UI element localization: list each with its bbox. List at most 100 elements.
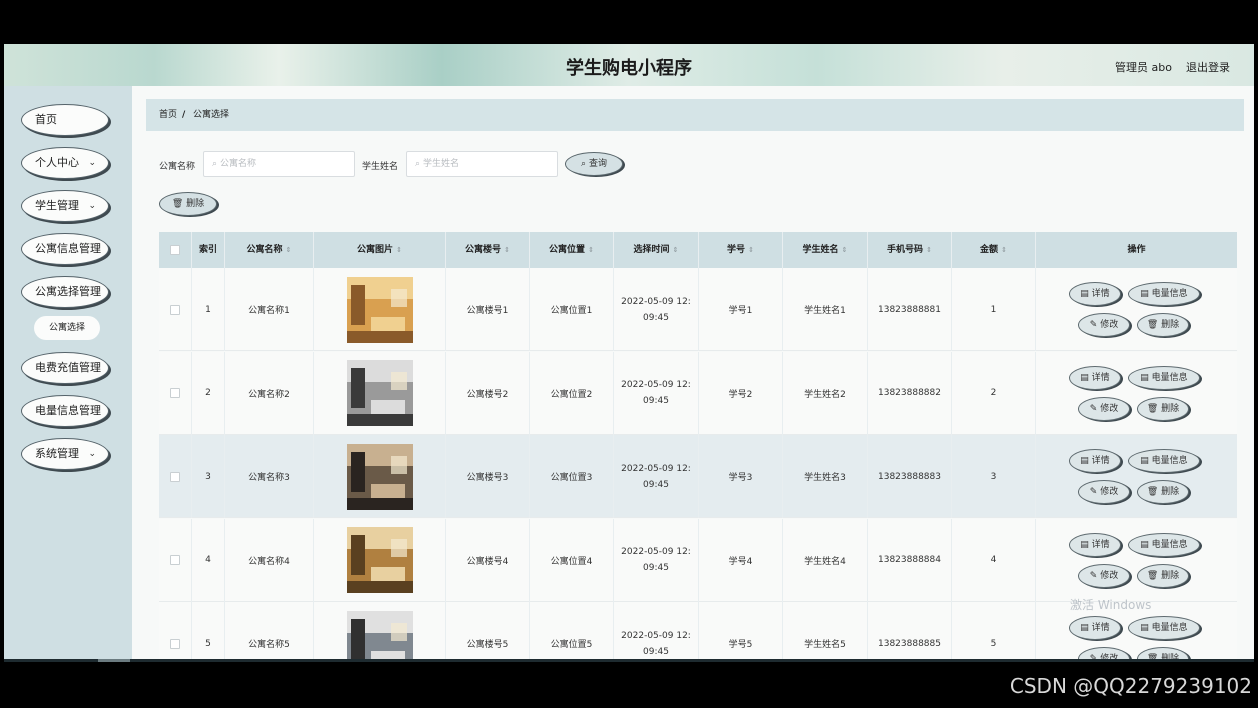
row-student-name: 学生姓名1: [783, 268, 868, 351]
row-actions: ▤ 详情 ▤ 电量信息 ✎ 修改 🗑 删除: [1036, 352, 1237, 435]
search-icon: ⌕: [415, 159, 421, 169]
column-header-student-name[interactable]: 学生姓名 ⇕: [783, 232, 868, 268]
sidebar-item-system[interactable]: 系统管理 ⌄: [21, 438, 109, 470]
logout-link[interactable]: 退出登录: [1186, 59, 1230, 75]
table-header: 索引 公寓名称 ⇕ 公寓图片 ⇕ 公寓楼号 ⇕ 公寓位置 ⇕ 选择时间 ⇕ 学号 ⇕ 学生姓…: [159, 232, 1237, 268]
row-phone: 13823888882: [868, 351, 952, 435]
screen-frame: 学生购电小程序 管理员 abo 退出登录 首页 个人中心 ⌄ 学生管理 ⌄ 公寓信息…: [0, 0, 1258, 708]
sidebar-item-power-info[interactable]: 电量信息管理: [21, 395, 109, 427]
row-student-id: 学号1: [699, 268, 783, 351]
apartment-photo[interactable]: [346, 443, 413, 510]
delete-button[interactable]: 🗑 删除: [1137, 480, 1189, 504]
sidebar-item-home[interactable]: 首页: [21, 104, 109, 136]
table-row[interactable]: 3 公寓名称3 公寓楼号3 公寓位置3 2022-05-09 12: 09:45 学号3 学生…: [159, 435, 1237, 518]
breadcrumb-home[interactable]: 首页: [159, 99, 177, 131]
edit-button[interactable]: ✎ 修改: [1078, 313, 1130, 337]
row-building: 公寓楼号2: [446, 351, 530, 435]
trash-icon: 🗑: [1146, 570, 1162, 581]
column-header-time[interactable]: 选择时间 ⇕: [614, 232, 699, 268]
column-header-index: 索引: [192, 232, 225, 268]
power-info-button[interactable]: ▤ 电量信息: [1128, 616, 1200, 640]
student-name-input[interactable]: ⌕ 学生姓名: [406, 151, 558, 177]
delete-button-label: 删除: [186, 199, 205, 209]
sort-icon: ⇕: [588, 246, 594, 254]
trash-icon: 🗑: [1146, 403, 1162, 414]
table-row[interactable]: 1 公寓名称1 公寓楼号1 公寓位置1 2022-05-09 12: 09:45 学号1 学生…: [159, 268, 1237, 351]
row-checkbox[interactable]: [170, 304, 180, 315]
sidebar-item-recharge[interactable]: 电费充值管理: [21, 352, 109, 384]
row-checkbox[interactable]: [170, 555, 180, 565]
query-button[interactable]: ⌕ 查询: [565, 152, 623, 176]
column-header-building[interactable]: 公寓楼号 ⇕: [446, 232, 530, 268]
sidebar-item-label: 首页: [35, 113, 57, 126]
column-header-amount[interactable]: 金额 ⇕: [952, 232, 1036, 268]
sidebar-subitem-apartment-selection[interactable]: 公寓选择: [34, 316, 100, 340]
row-actions: ▤ 详情 ▤ 电量信息 ✎ 修改 🗑 删除: [1036, 268, 1237, 351]
edit-button[interactable]: ✎ 修改: [1078, 563, 1130, 588]
row-phone: 13823888884: [868, 518, 952, 602]
sort-icon: ⇕: [672, 246, 679, 254]
detail-button[interactable]: ▤ 详情: [1069, 616, 1121, 640]
header: 学生购电小程序 管理员 abo 退出登录: [4, 44, 1254, 86]
delete-button[interactable]: 🗑 删除: [1137, 313, 1189, 337]
document-icon: ▤: [1080, 372, 1092, 383]
power-info-button[interactable]: ▤ 电量信息: [1128, 532, 1200, 557]
table-row[interactable]: 2 公寓名称2 公寓楼号2 公寓位置2 2022-05-09 12: 09:45 学号2 学生…: [159, 351, 1237, 435]
row-select-time: 2022-05-09 12: 09:45: [614, 435, 699, 518]
scrollbar-thumb[interactable]: [98, 659, 130, 662]
column-header-student-id[interactable]: 学号 ⇕: [699, 232, 783, 268]
detail-button[interactable]: ▤ 详情: [1069, 365, 1121, 390]
apartment-photo[interactable]: [346, 527, 413, 593]
power-info-button[interactable]: ▤ 电量信息: [1128, 365, 1200, 390]
query-button-label: 查询: [588, 159, 607, 169]
row-index: 2: [192, 351, 225, 435]
sidebar-item-apartment-selection[interactable]: 公寓选择管理: [21, 276, 109, 308]
sidebar: 首页 个人中心 ⌄ 学生管理 ⌄ 公寓信息管理 公寓选择管理 公寓选择 电费充值管理…: [4, 86, 132, 662]
row-amount: 3: [952, 435, 1036, 518]
apartment-photo[interactable]: [346, 276, 413, 343]
detail-button[interactable]: ▤ 详情: [1069, 282, 1121, 306]
edit-button[interactable]: ✎ 修改: [1078, 396, 1130, 421]
detail-button[interactable]: ▤ 详情: [1069, 532, 1121, 557]
row-image-cell: [314, 435, 446, 518]
sidebar-item-personal-center[interactable]: 个人中心 ⌄: [21, 147, 109, 179]
column-header-name[interactable]: 公寓名称 ⇕: [225, 232, 314, 268]
horizontal-scrollbar[interactable]: [4, 659, 1254, 662]
column-header-phone[interactable]: 手机号码 ⇕: [868, 232, 952, 268]
row-checkbox[interactable]: [170, 471, 180, 482]
row-student-id: 学号3: [699, 435, 783, 518]
row-select-time: 2022-05-09 12: 09:45: [614, 602, 699, 662]
row-index: 1: [192, 268, 225, 351]
delete-button[interactable]: 🗑 删除: [1137, 396, 1189, 421]
column-header-location[interactable]: 公寓位置 ⇕: [530, 232, 614, 268]
row-location: 公寓位置1: [530, 268, 614, 351]
sidebar-item-apartment-info[interactable]: 公寓信息管理: [21, 233, 109, 265]
row-apartment-name: 公寓名称4: [225, 518, 314, 602]
row-apartment-name: 公寓名称3: [225, 435, 314, 518]
row-checkbox[interactable]: [170, 388, 180, 398]
row-index: 3: [192, 435, 225, 518]
windows-activation-watermark: 激活 Windows: [1070, 598, 1152, 612]
apartment-name-input[interactable]: ⌕ 公寓名称: [203, 151, 355, 177]
detail-button[interactable]: ▤ 详情: [1069, 449, 1121, 473]
delete-button[interactable]: 🗑 删除: [1137, 563, 1189, 588]
power-info-button[interactable]: ▤ 电量信息: [1128, 449, 1200, 473]
batch-delete-button[interactable]: 🗑 删除: [159, 192, 217, 216]
apartment-photo[interactable]: [346, 360, 413, 426]
sidebar-item-label: 公寓选择管理: [35, 285, 101, 298]
column-header-image[interactable]: 公寓图片 ⇕: [314, 232, 446, 268]
breadcrumb: 首页 / 公寓选择: [146, 99, 1244, 131]
table-row[interactable]: 4 公寓名称4 公寓楼号4 公寓位置4 2022-05-09 12: 09:45 学号4 学生…: [159, 518, 1237, 602]
sidebar-item-student-management[interactable]: 学生管理 ⌄: [21, 190, 109, 222]
power-info-button[interactable]: ▤ 电量信息: [1128, 282, 1200, 306]
sidebar-item-label: 电费充值管理: [35, 361, 101, 374]
select-all-checkbox[interactable]: [170, 245, 180, 255]
document-icon: ▤: [1080, 289, 1092, 299]
row-checkbox[interactable]: [170, 638, 180, 649]
edit-button[interactable]: ✎ 修改: [1078, 480, 1130, 504]
row-student-id: 学号4: [699, 518, 783, 602]
row-building: 公寓楼号3: [446, 435, 530, 518]
document-icon: ▤: [1080, 456, 1092, 466]
apartment-photo[interactable]: [346, 610, 413, 663]
sort-icon: ⇕: [504, 246, 510, 254]
